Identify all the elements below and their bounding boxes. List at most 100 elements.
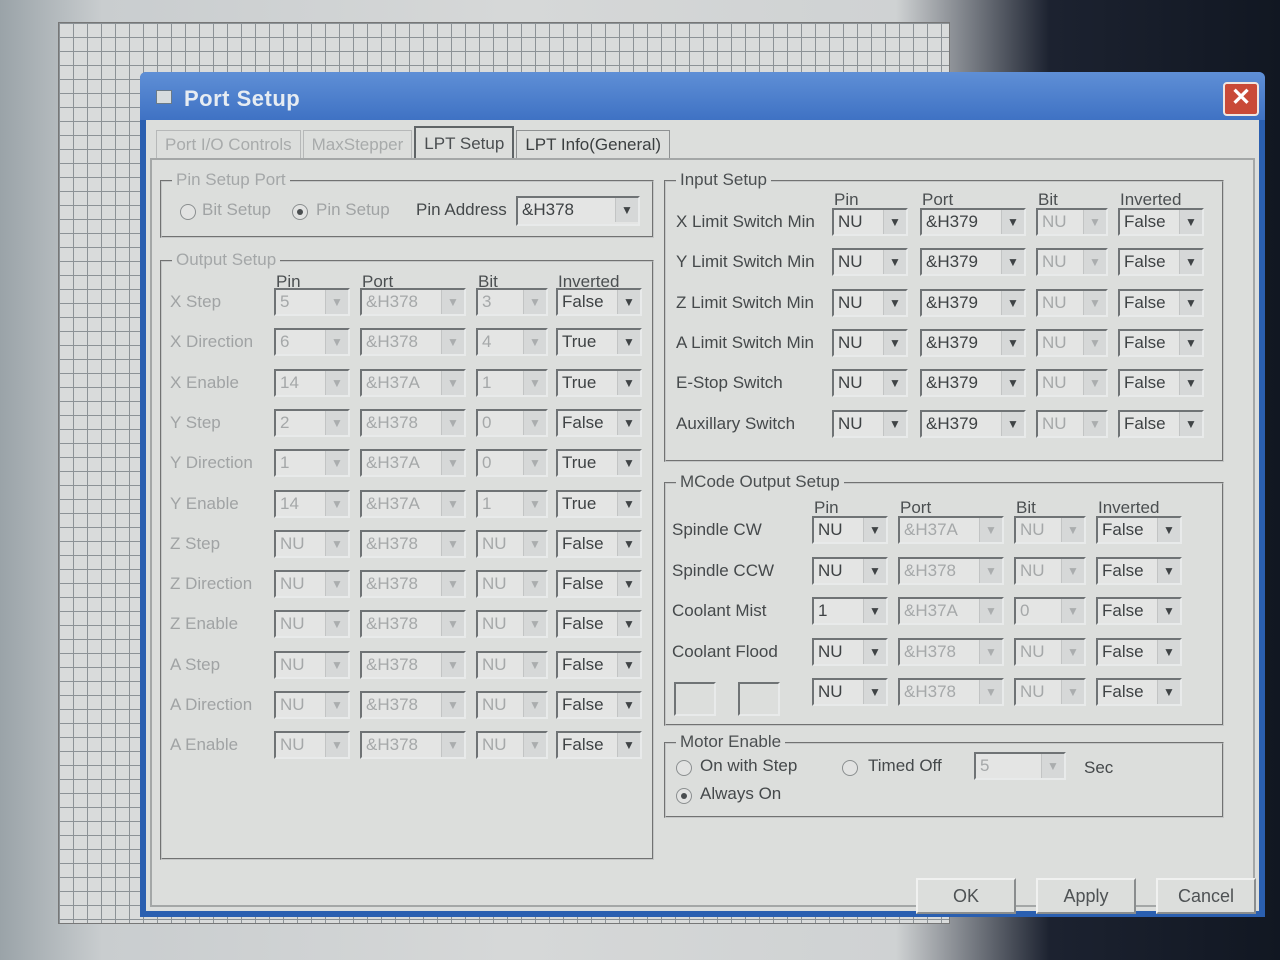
pin-select[interactable]: 14 ▼ xyxy=(274,368,350,397)
port-select[interactable]: &H378 ▼ xyxy=(360,610,466,639)
inverted-select[interactable]: False ▼ xyxy=(1118,369,1204,398)
tab-maxstepper[interactable]: MaxStepper xyxy=(302,130,413,159)
bit-select[interactable]: NU ▼ xyxy=(476,610,548,639)
inverted-select[interactable]: False ▼ xyxy=(556,288,642,316)
inverted-select[interactable]: False ▼ xyxy=(1096,637,1182,666)
timed-off-radio[interactable] xyxy=(842,760,858,776)
bit-select[interactable]: NU ▼ xyxy=(1014,678,1086,706)
bit-select[interactable]: NU ▼ xyxy=(1036,369,1108,398)
bit-select[interactable]: NU ▼ xyxy=(1014,516,1086,544)
inverted-select[interactable]: True ▼ xyxy=(556,368,642,397)
bit-select[interactable]: NU ▼ xyxy=(1036,288,1108,317)
port-select[interactable]: &H379 ▼ xyxy=(920,409,1026,438)
port-select[interactable]: &H37A ▼ xyxy=(360,368,466,397)
ok-button[interactable]: OK xyxy=(916,878,1016,914)
inverted-select[interactable]: False ▼ xyxy=(556,650,642,679)
port-select[interactable]: &H379 ▼ xyxy=(920,369,1026,398)
port-select[interactable]: &H37A ▼ xyxy=(360,489,466,518)
port-select[interactable]: &H378 ▼ xyxy=(360,691,466,719)
port-select[interactable]: &H378 ▼ xyxy=(898,678,1004,706)
port-select[interactable]: &H378 ▼ xyxy=(898,556,1004,585)
inverted-select[interactable]: False ▼ xyxy=(1118,328,1204,357)
port-select[interactable]: &H378 ▼ xyxy=(360,731,466,760)
bit-select[interactable]: NU ▼ xyxy=(476,650,548,679)
bit-setup-radio[interactable] xyxy=(180,204,196,220)
inverted-select[interactable]: False ▼ xyxy=(1096,678,1182,706)
port-select[interactable]: &H379 ▼ xyxy=(920,328,1026,357)
bit-select[interactable]: 1 ▼ xyxy=(476,368,548,397)
pin-select[interactable]: NU ▼ xyxy=(274,570,350,599)
bit-select[interactable]: NU ▼ xyxy=(476,529,548,558)
on-with-step-radio[interactable] xyxy=(676,760,692,776)
pin-select[interactable]: NU ▼ xyxy=(832,248,908,277)
port-select[interactable]: &H379 ▼ xyxy=(920,208,1026,236)
bit-select[interactable]: NU ▼ xyxy=(1036,208,1108,236)
inverted-select[interactable]: False ▼ xyxy=(556,731,642,760)
pin-select[interactable]: 5 ▼ xyxy=(274,288,350,316)
inverted-select[interactable]: True ▼ xyxy=(556,489,642,518)
inverted-select[interactable]: True ▼ xyxy=(556,328,642,357)
bit-select[interactable]: NU ▼ xyxy=(1036,409,1108,438)
port-select[interactable]: &H378 ▼ xyxy=(898,637,1004,666)
bit-select[interactable]: NU ▼ xyxy=(1036,248,1108,277)
inverted-select[interactable]: False ▼ xyxy=(556,570,642,599)
inverted-select[interactable]: False ▼ xyxy=(1118,409,1204,438)
always-on-radio[interactable] xyxy=(676,788,692,804)
custom-mcode-box-2[interactable] xyxy=(738,682,780,716)
bit-select[interactable]: NU ▼ xyxy=(1014,556,1086,585)
pin-select[interactable]: NU ▼ xyxy=(274,650,350,679)
bit-select[interactable]: NU ▼ xyxy=(476,691,548,719)
pin-select[interactable]: NU ▼ xyxy=(812,556,888,585)
inverted-select[interactable]: False ▼ xyxy=(1118,208,1204,236)
pin-select[interactable]: 1 ▼ xyxy=(812,597,888,625)
pin-select[interactable]: NU ▼ xyxy=(812,637,888,666)
pin-select[interactable]: 6 ▼ xyxy=(274,328,350,357)
cancel-button[interactable]: Cancel xyxy=(1156,878,1256,914)
port-select[interactable]: &H37A ▼ xyxy=(360,449,466,478)
timed-off-select[interactable]: 5 ▼ xyxy=(974,752,1066,780)
pin-select[interactable]: NU ▼ xyxy=(274,529,350,558)
tab-lpt-info-general[interactable]: LPT Info(General) xyxy=(516,130,671,159)
port-select[interactable]: &H378 ▼ xyxy=(360,570,466,599)
bit-select[interactable]: 0 ▼ xyxy=(476,449,548,478)
bit-select[interactable]: 0 ▼ xyxy=(1014,597,1086,625)
pin-setup-radio[interactable] xyxy=(292,204,308,220)
inverted-select[interactable]: False ▼ xyxy=(556,408,642,437)
inverted-select[interactable]: False ▼ xyxy=(556,691,642,719)
port-select[interactable]: &H379 ▼ xyxy=(920,248,1026,277)
apply-button[interactable]: Apply xyxy=(1036,878,1136,914)
port-select[interactable]: &H379 ▼ xyxy=(920,288,1026,317)
inverted-select[interactable]: False ▼ xyxy=(556,610,642,639)
pin-select[interactable]: NU ▼ xyxy=(812,516,888,544)
bit-select[interactable]: 0 ▼ xyxy=(476,408,548,437)
inverted-select[interactable]: True ▼ xyxy=(556,449,642,478)
pin-select[interactable]: 14 ▼ xyxy=(274,489,350,518)
pin-select[interactable]: NU ▼ xyxy=(274,610,350,639)
bit-select[interactable]: NU ▼ xyxy=(476,570,548,599)
close-button[interactable]: ✕ xyxy=(1223,82,1259,116)
inverted-select[interactable]: False ▼ xyxy=(1096,516,1182,544)
port-select[interactable]: &H378 ▼ xyxy=(360,408,466,437)
pin-select[interactable]: NU ▼ xyxy=(274,691,350,719)
pin-address-select[interactable]: &H378 ▼ xyxy=(516,196,640,226)
port-select[interactable]: &H37A ▼ xyxy=(898,516,1004,544)
port-select[interactable]: &H378 ▼ xyxy=(360,288,466,316)
bit-select[interactable]: 1 ▼ xyxy=(476,489,548,518)
inverted-select[interactable]: False ▼ xyxy=(1096,597,1182,625)
port-select[interactable]: &H378 ▼ xyxy=(360,650,466,679)
bit-select[interactable]: 4 ▼ xyxy=(476,328,548,357)
inverted-select[interactable]: False ▼ xyxy=(1118,248,1204,277)
pin-select[interactable]: NU ▼ xyxy=(832,369,908,398)
inverted-select[interactable]: False ▼ xyxy=(1118,288,1204,317)
port-select[interactable]: &H37A ▼ xyxy=(898,597,1004,625)
title-bar[interactable]: Port Setup ✕ xyxy=(140,72,1265,120)
pin-select[interactable]: NU ▼ xyxy=(832,409,908,438)
pin-select[interactable]: NU ▼ xyxy=(832,328,908,357)
port-select[interactable]: &H378 ▼ xyxy=(360,328,466,357)
pin-select[interactable]: NU ▼ xyxy=(832,208,908,236)
tab-port-io-controls[interactable]: Port I/O Controls xyxy=(156,130,301,159)
port-select[interactable]: &H378 ▼ xyxy=(360,529,466,558)
bit-select[interactable]: NU ▼ xyxy=(1036,328,1108,357)
pin-select[interactable]: 1 ▼ xyxy=(274,449,350,478)
custom-mcode-box-1[interactable] xyxy=(674,682,716,716)
